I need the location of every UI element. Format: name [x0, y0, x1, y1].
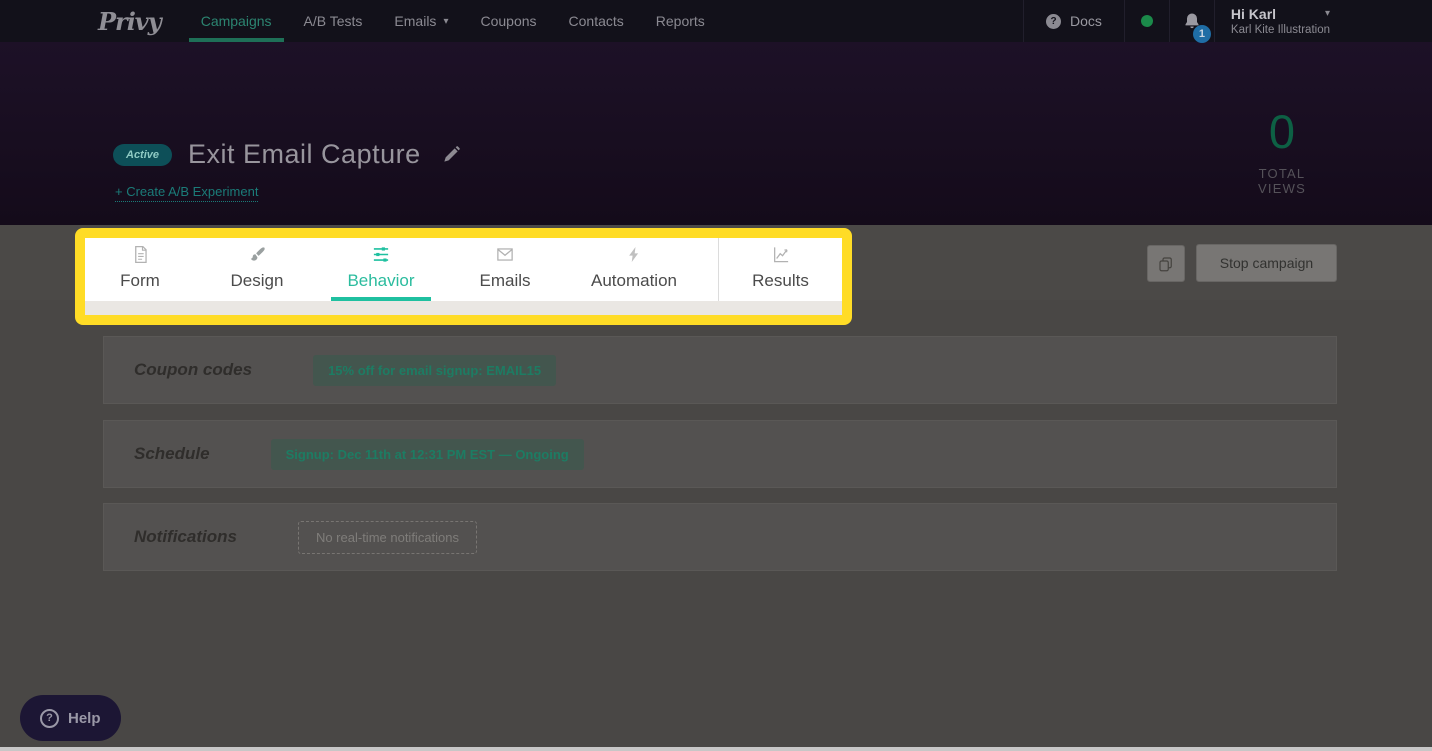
bolt-icon — [625, 245, 643, 264]
edit-pencil-icon[interactable] — [441, 145, 461, 165]
tab-design[interactable]: Design — [195, 238, 319, 301]
user-organization: Karl Kite Illustration — [1231, 23, 1330, 37]
coupon-codes-row: Coupon codes 15% off for email signup: E… — [103, 336, 1337, 404]
notification-count-badge: 1 — [1193, 25, 1211, 43]
campaign-title-block: Active Exit Email Capture + Create A/B E… — [113, 139, 461, 202]
chevron-down-icon: ▾ — [1325, 8, 1330, 19]
campaign-header: Active Exit Email Capture + Create A/B E… — [0, 42, 1432, 225]
docs-label: Docs — [1070, 13, 1102, 29]
campaign-tabs: Form Design Behavior Emails — [85, 238, 842, 301]
tab-behavior[interactable]: Behavior — [319, 238, 443, 301]
nav-items: Campaigns A/B Tests Emails ▾ Coupons Con… — [201, 0, 705, 42]
stop-campaign-button[interactable]: Stop campaign — [1196, 244, 1337, 282]
tab-results[interactable]: Results — [718, 238, 842, 301]
question-circle-icon: ? — [40, 709, 59, 728]
status-indicator-cell — [1124, 0, 1169, 42]
nav-item-campaigns[interactable]: Campaigns — [201, 0, 272, 42]
user-greeting: Hi Karl — [1231, 6, 1276, 23]
tab-automation[interactable]: Automation — [567, 238, 701, 301]
behavior-settings-panel: Coupon codes 15% off for email signup: E… — [0, 300, 1432, 751]
brush-icon — [248, 245, 267, 264]
nav-item-ab-tests[interactable]: A/B Tests — [304, 0, 363, 42]
notifications-button[interactable]: 1 — [1169, 0, 1214, 42]
line-chart-icon — [771, 245, 791, 264]
tab-bar-lower-strip — [85, 301, 842, 315]
tab-behavior-label: Behavior — [347, 271, 414, 291]
tab-results-label: Results — [752, 271, 809, 291]
privy-logo[interactable]: Privy — [98, 0, 161, 42]
tab-design-label: Design — [231, 271, 284, 291]
copy-icon — [1157, 255, 1175, 273]
top-nav: Privy Campaigns A/B Tests Emails ▾ Coupo… — [0, 0, 1432, 42]
nav-right: ? Docs 1 Hi Karl Karl Kite Illustration … — [1023, 0, 1432, 42]
schedule-row: Schedule Signup: Dec 11th at 12:31 PM ES… — [103, 420, 1337, 488]
envelope-icon — [495, 245, 515, 264]
nav-item-contacts[interactable]: Contacts — [569, 0, 624, 42]
schedule-label: Schedule — [134, 444, 210, 464]
sliders-icon — [371, 245, 391, 264]
nav-item-reports[interactable]: Reports — [656, 0, 705, 42]
help-button[interactable]: ? Help — [20, 695, 121, 741]
nav-item-emails[interactable]: Emails ▾ — [394, 0, 448, 42]
schedule-chip[interactable]: Signup: Dec 11th at 12:31 PM EST — Ongoi… — [271, 439, 584, 470]
nav-item-coupons[interactable]: Coupons — [480, 0, 536, 42]
tab-automation-label: Automation — [591, 271, 677, 291]
document-icon — [131, 245, 150, 264]
tab-emails[interactable]: Emails — [443, 238, 567, 301]
notifications-setting-button[interactable]: No real-time notifications — [298, 521, 477, 554]
total-views-value: 0 — [1236, 108, 1328, 155]
chevron-down-icon: ▾ — [443, 16, 448, 27]
total-views-label: TOTAL VIEWS — [1236, 166, 1328, 196]
total-views-stat: 0 TOTAL VIEWS — [1236, 108, 1328, 196]
campaign-title: Exit Email Capture — [188, 139, 421, 170]
nav-item-emails-label: Emails — [394, 13, 436, 29]
notifications-row: Notifications No real-time notifications — [103, 503, 1337, 571]
window-bottom-edge — [0, 747, 1432, 751]
tab-emails-label: Emails — [479, 271, 530, 291]
status-badge: Active — [113, 144, 172, 166]
docs-link[interactable]: ? Docs — [1023, 0, 1124, 42]
coupon-codes-label: Coupon codes — [134, 360, 252, 380]
notifications-label: Notifications — [134, 527, 237, 547]
tab-form[interactable]: Form — [85, 238, 195, 301]
tab-form-label: Form — [120, 271, 160, 291]
question-circle-icon: ? — [1046, 14, 1061, 29]
user-menu[interactable]: Hi Karl Karl Kite Illustration ▾ — [1214, 0, 1432, 42]
create-ab-experiment-link[interactable]: + Create A/B Experiment — [115, 184, 258, 202]
help-label: Help — [68, 710, 101, 727]
coupon-code-chip[interactable]: 15% off for email signup: EMAIL15 — [313, 355, 556, 386]
highlight-box: Form Design Behavior Emails — [75, 228, 852, 325]
duplicate-campaign-button[interactable] — [1147, 245, 1185, 282]
status-dot-icon — [1141, 15, 1153, 27]
